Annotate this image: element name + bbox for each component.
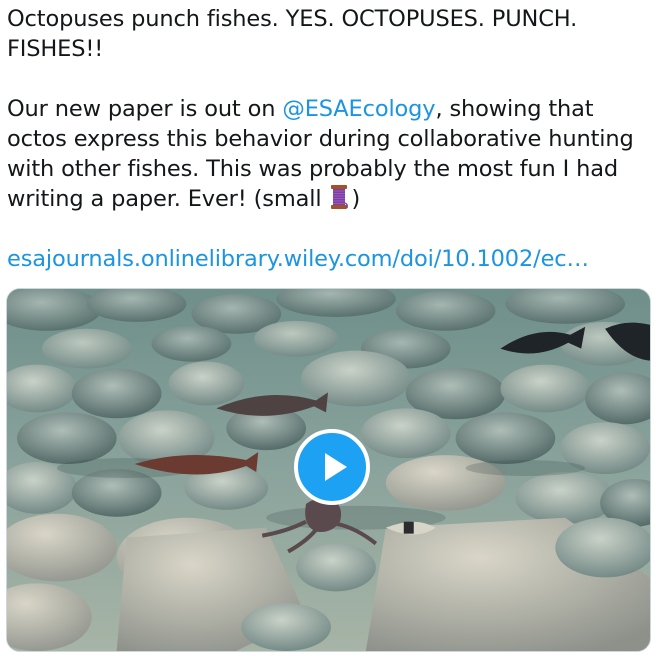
paper-announcement-text: Our new paper is out on [7,96,283,122]
paper-link[interactable]: esajournals.onlinelibrary.wiley.com/doi/… [7,246,589,272]
play-icon [325,453,347,481]
play-button[interactable] [294,429,370,505]
tweet-paragraph-3: esajournals.onlinelibrary.wiley.com/doi/… [7,244,647,274]
tweet-paragraph-2: Our new paper is out on @ESAEcology, sho… [7,94,647,214]
tweet-paragraph-1: Octopuses punch fishes. YES. OCTOPUSES. … [7,4,647,64]
video-player[interactable] [6,288,651,652]
spool-of-thread-icon [329,184,349,210]
closing-paren: ) [351,186,361,212]
tweet-text: Octopuses punch fishes. YES. OCTOPUSES. … [7,4,647,274]
mention-link-esaecology[interactable]: @ESAEcology [282,96,435,122]
tweet-headline: Octopuses punch fishes. YES. OCTOPUSES. … [7,6,578,62]
